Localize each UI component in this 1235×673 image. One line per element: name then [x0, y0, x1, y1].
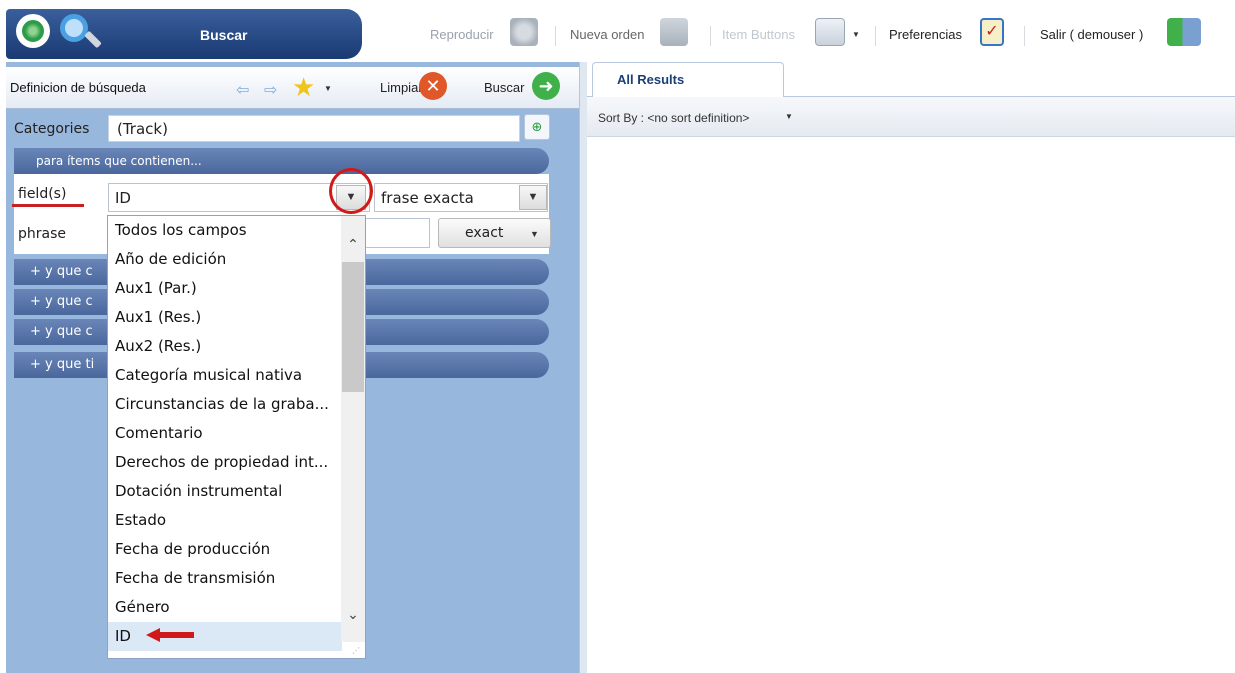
chevron-down-icon[interactable]: ▼: [530, 229, 539, 239]
exit-door-icon[interactable]: [1167, 18, 1201, 46]
magnifier-icon: [60, 14, 88, 42]
zoom-in-icon[interactable]: ⊕: [524, 114, 550, 140]
dropdown-option[interactable]: Género: [108, 593, 342, 622]
logo-globe-inner: [22, 20, 44, 42]
panel-splitter[interactable]: [579, 62, 587, 673]
red-arrow-annotation: [146, 628, 194, 642]
fields-label: field(s): [18, 186, 67, 202]
new-order-icon[interactable]: [660, 18, 688, 46]
and-containing-label[interactable]: + y que c: [30, 264, 93, 279]
dropdown-option-selected[interactable]: ID: [108, 622, 342, 651]
dropdown-option[interactable]: Año de edición: [108, 245, 342, 274]
resize-grip-icon[interactable]: ⋰: [352, 646, 360, 655]
clear-x-icon[interactable]: ✕: [419, 72, 447, 100]
query-definition-label: Definicion de búsqueda: [10, 80, 146, 95]
dropdown-option[interactable]: Estado: [108, 506, 342, 535]
phrase-label: phrase: [18, 226, 67, 242]
red-circle-annotation: [329, 168, 373, 214]
toolbar-separator: [875, 26, 876, 46]
dropdown-option[interactable]: Fecha de transmisión: [108, 564, 342, 593]
search-button[interactable]: Buscar: [484, 80, 524, 95]
phrase-input[interactable]: [366, 218, 430, 248]
dropdown-option[interactable]: Categoría musical nativa: [108, 361, 342, 390]
dropdown-option[interactable]: Comentario: [108, 419, 342, 448]
sort-by-selector[interactable]: Sort By : <no sort definition>: [598, 111, 749, 125]
logout-button[interactable]: Salir ( demouser ): [1040, 27, 1143, 42]
dropdown-option[interactable]: Derechos de propiedad int...: [108, 448, 342, 477]
chevron-down-icon[interactable]: ▼: [324, 84, 332, 93]
tab-all-results[interactable]: All Results: [592, 62, 784, 97]
item-buttons-menu[interactable]: Item Buttons: [722, 27, 795, 42]
scroll-down-icon[interactable]: ⌄: [341, 606, 365, 628]
dropdown-option[interactable]: Dotación instrumental: [108, 477, 342, 506]
and-containing-label[interactable]: + y que c: [30, 324, 93, 339]
chevron-down-icon[interactable]: ▼: [519, 185, 547, 210]
toolbar-separator: [1024, 26, 1025, 46]
dropdown-option[interactable]: Todos los campos: [108, 216, 342, 245]
speaker-icon[interactable]: [510, 18, 538, 46]
dropdown-option[interactable]: Fecha de producción: [108, 535, 342, 564]
dropdown-option[interactable]: Aux1 (Par.): [108, 274, 342, 303]
brand-bar: [6, 9, 362, 59]
back-arrow-icon[interactable]: ⇦: [236, 80, 249, 100]
dropdown-option[interactable]: Aux1 (Res.): [108, 303, 342, 332]
red-underline-annotation: [12, 204, 84, 207]
scrollbar-thumb[interactable]: [342, 262, 364, 392]
results-area: [587, 137, 1235, 673]
toolbar-separator: [555, 26, 556, 46]
brand-search-tab[interactable]: Buscar: [200, 27, 247, 43]
and-containing-label[interactable]: + y que ti: [30, 357, 94, 372]
items-containing-label: para ítems que contienen...: [36, 154, 202, 168]
chevron-down-icon[interactable]: ▼: [785, 112, 793, 121]
categories-input[interactable]: (Track): [108, 115, 520, 142]
new-order-button[interactable]: Nueva orden: [570, 27, 644, 42]
forward-arrow-icon[interactable]: ⇨: [264, 80, 277, 100]
toolbar-separator: [710, 26, 711, 46]
clear-button[interactable]: Limpiar: [380, 80, 423, 95]
field-dropdown-list[interactable]: Todos los campos Año de edición Aux1 (Pa…: [107, 215, 366, 659]
dropdown-option[interactable]: Aux2 (Res.): [108, 332, 342, 361]
go-arrow-icon[interactable]: ➜: [532, 72, 560, 100]
favorites-star-icon[interactable]: ★: [292, 72, 315, 103]
item-buttons-icon[interactable]: [815, 18, 845, 46]
preferences-button[interactable]: Preferencias: [889, 27, 962, 42]
scroll-up-icon[interactable]: ⌃: [341, 236, 365, 258]
and-containing-label[interactable]: + y que c: [30, 294, 93, 309]
checklist-icon[interactable]: ✓: [980, 18, 1004, 46]
chevron-down-icon[interactable]: ▼: [852, 30, 860, 39]
dropdown-option[interactable]: Circunstancias de la graba...: [108, 390, 342, 419]
categories-label: Categories: [14, 121, 90, 137]
play-button[interactable]: Reproducir: [430, 27, 494, 42]
